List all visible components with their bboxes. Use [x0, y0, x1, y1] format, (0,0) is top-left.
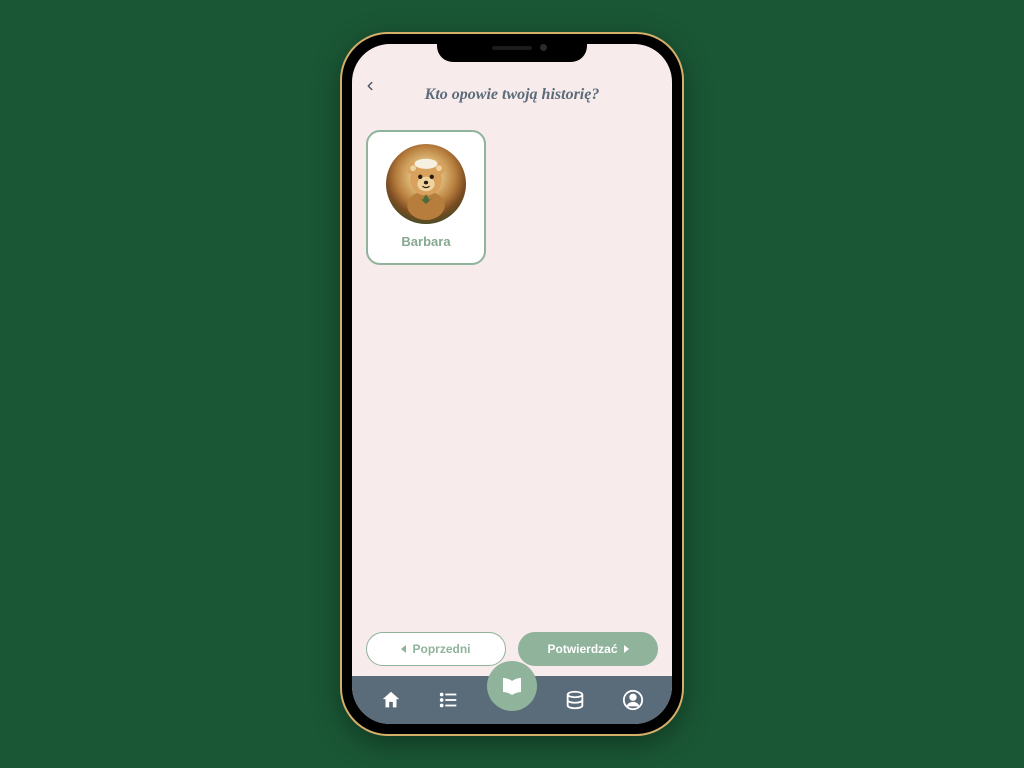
list-icon [438, 689, 460, 711]
notch-speaker [492, 46, 532, 50]
triangle-right-icon [624, 645, 629, 653]
confirm-button[interactable]: Potwierdzać [518, 632, 658, 666]
narrator-grid: Barbara [352, 118, 672, 624]
nav-library[interactable] [555, 680, 595, 720]
previous-button[interactable]: Poprzedni [366, 632, 506, 666]
nav-profile[interactable] [613, 680, 653, 720]
triangle-left-icon [401, 645, 406, 653]
header: Kto opowie twoją historię? [352, 44, 672, 118]
narrator-name: Barbara [401, 234, 450, 249]
previous-button-label: Poprzedni [412, 642, 470, 656]
home-icon [380, 689, 402, 711]
page-title: Kto opowie twoją historię? [352, 76, 672, 118]
narrator-avatar [386, 144, 466, 224]
bottom-nav [352, 676, 672, 724]
narrator-card-barbara[interactable]: Barbara [366, 130, 486, 265]
user-circle-icon [622, 689, 644, 711]
notch-camera [540, 44, 547, 51]
nav-story[interactable] [487, 661, 537, 711]
nav-home[interactable] [371, 680, 411, 720]
book-open-icon [500, 674, 524, 698]
bear-illustration [390, 148, 462, 220]
confirm-button-label: Potwierdzać [547, 642, 617, 656]
nav-list[interactable] [429, 680, 469, 720]
back-button[interactable] [358, 74, 382, 98]
chevron-left-icon [363, 79, 377, 93]
phone-device-frame: Kto opowie twoją historię? [342, 34, 682, 734]
app-screen: Kto opowie twoją historię? [352, 44, 672, 724]
stack-icon [564, 689, 586, 711]
